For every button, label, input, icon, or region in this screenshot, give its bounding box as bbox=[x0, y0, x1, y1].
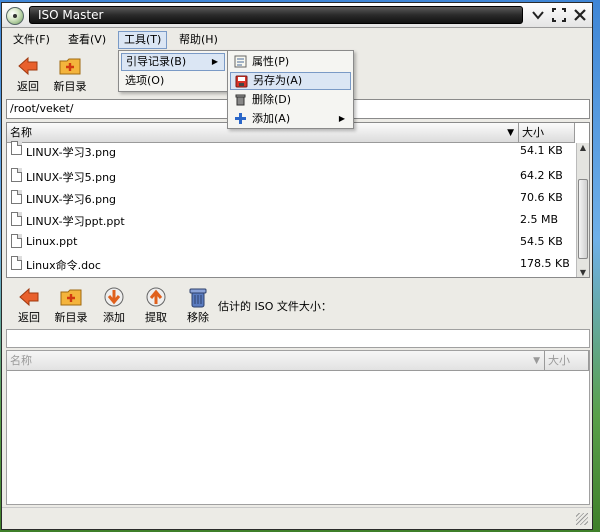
file-icon bbox=[11, 141, 22, 155]
status-bar bbox=[2, 507, 592, 529]
iso-toolbar: 返回 新目录 添加 提取 移除 估计的 ISO 文件大小： bbox=[2, 282, 592, 326]
app-icon[interactable] bbox=[6, 7, 24, 25]
add-label: 添加 bbox=[103, 311, 125, 324]
menu-view[interactable]: 查看(V) bbox=[63, 31, 111, 49]
fs-row-name: Linux命令.doc bbox=[26, 259, 101, 272]
file-icon bbox=[11, 256, 22, 270]
menu-tools[interactable]: 工具(T) bbox=[118, 31, 168, 49]
fs-new-dir-label: 新目录 bbox=[53, 80, 87, 93]
fs-back-button[interactable]: 返回 bbox=[5, 53, 51, 95]
fs-row[interactable]: Linux命令.doc 178.5 KB bbox=[7, 253, 577, 275]
menu-add[interactable]: 添加(A) ▶ bbox=[230, 110, 351, 128]
menu-add-label: 添加(A) bbox=[252, 112, 291, 125]
menu-save-as[interactable]: 另存为(A) bbox=[230, 72, 351, 90]
properties-icon bbox=[234, 55, 247, 68]
save-as-icon bbox=[235, 75, 248, 88]
fs-row-size: 70.6 KB bbox=[520, 191, 563, 204]
iso-column-size[interactable]: 大小 bbox=[545, 351, 589, 371]
sort-down-icon: ▼ bbox=[507, 128, 514, 138]
sort-down-icon: ▼ bbox=[533, 356, 540, 366]
scroll-down-icon[interactable]: ▼ bbox=[577, 268, 589, 277]
menu-save-as-label: 另存为(A) bbox=[253, 74, 303, 87]
fs-row[interactable]: LINUX-学习6.png 70.6 KB bbox=[7, 187, 577, 209]
menu-help[interactable]: 帮助(H) bbox=[174, 31, 223, 49]
fs-row[interactable]: LINUX-学习5.png 64.2 KB bbox=[7, 165, 577, 187]
plus-icon bbox=[235, 113, 246, 124]
resize-grip-icon[interactable] bbox=[576, 513, 588, 525]
iso-size-label: 估计的 ISO 文件大小： bbox=[218, 300, 332, 313]
menu-properties-label: 属性(P) bbox=[252, 55, 290, 68]
menu-bar: 文件(F) 查看(V) 工具(T) 帮助(H) bbox=[2, 29, 592, 51]
back-arrow-icon bbox=[18, 56, 38, 76]
boot-record-submenu: 属性(P) 另存为(A) 删除(D) 添加(A) ▶ bbox=[227, 50, 354, 129]
fs-row-name: LINUX-学习3.png bbox=[26, 146, 117, 159]
new-folder-icon bbox=[59, 58, 81, 75]
extract-button[interactable]: 提取 bbox=[133, 284, 179, 326]
back-arrow-icon bbox=[19, 287, 39, 307]
fs-row-name: Linux.ppt bbox=[26, 235, 78, 248]
fs-column-size[interactable]: 大小 bbox=[519, 123, 575, 143]
close-icon[interactable] bbox=[572, 7, 588, 23]
fs-row[interactable]: LINUX-学习3.png 54.1 KB bbox=[7, 141, 577, 165]
maximize-icon[interactable] bbox=[551, 7, 567, 23]
scroll-up-icon[interactable]: ▲ bbox=[577, 143, 589, 152]
tools-menu: 引导记录(B) ▶ 选项(O) bbox=[118, 50, 228, 92]
menu-options-label: 选项(O) bbox=[125, 74, 165, 87]
add-button[interactable]: 添加 bbox=[91, 284, 137, 326]
chevron-down-icon[interactable] bbox=[530, 7, 546, 23]
file-icon bbox=[11, 168, 22, 182]
fs-column-size-label: 大小 bbox=[522, 126, 544, 139]
file-icon bbox=[11, 212, 22, 226]
menu-options[interactable]: 选项(O) bbox=[121, 72, 225, 90]
window-title: ISO Master bbox=[38, 8, 104, 22]
iso-column-size-label: 大小 bbox=[548, 354, 570, 367]
menu-delete-label: 删除(D) bbox=[252, 93, 292, 106]
fs-file-list[interactable]: 名称 ▼ 大小 LINUX-学习3.png 54.1 KB LINUX-学习5.… bbox=[6, 122, 590, 278]
iso-master-window: ISO Master 文件(F) 查看(V) 工具(T) 帮助(H) 返回 新目… bbox=[1, 2, 593, 530]
title-pill: ISO Master bbox=[29, 6, 523, 24]
fs-row[interactable]: LINUX-学习ppt.ppt 2.5 MB bbox=[7, 209, 577, 231]
fs-row[interactable]: Linux.ppt 54.5 KB bbox=[7, 231, 577, 253]
fs-column-name-label: 名称 bbox=[10, 126, 32, 139]
fs-row-name: LINUX-学习6.png bbox=[26, 193, 117, 206]
menu-boot-record[interactable]: 引导记录(B) ▶ bbox=[121, 53, 225, 71]
iso-back-label: 返回 bbox=[18, 311, 40, 324]
menu-boot-record-label: 引导记录(B) bbox=[126, 55, 187, 68]
iso-column-name[interactable]: 名称 ▼ bbox=[7, 351, 545, 371]
fs-row-size: 64.2 KB bbox=[520, 169, 563, 182]
new-folder-icon bbox=[60, 289, 82, 306]
fs-row-size: 178.5 KB bbox=[520, 257, 570, 270]
iso-new-dir-button[interactable]: 新目录 bbox=[48, 284, 94, 326]
add-down-arrow-icon bbox=[104, 287, 124, 307]
menu-file[interactable]: 文件(F) bbox=[8, 31, 55, 49]
iso-column-name-label: 名称 bbox=[10, 354, 32, 367]
fs-back-label: 返回 bbox=[17, 80, 39, 93]
fs-row-name: LINUX-学习ppt.ppt bbox=[26, 215, 125, 228]
fs-scrollbar-thumb[interactable] bbox=[578, 179, 588, 259]
fs-scrollbar[interactable]: ▲ ▼ bbox=[576, 143, 589, 277]
iso-file-list[interactable]: 名称 ▼ 大小 bbox=[6, 350, 590, 505]
fs-new-dir-button[interactable]: 新目录 bbox=[47, 53, 93, 95]
fs-row-size: 54.1 KB bbox=[520, 144, 563, 157]
fs-row-name: LINUX-学习5.png bbox=[26, 171, 117, 184]
iso-path-field[interactable] bbox=[6, 329, 590, 348]
submenu-arrow-icon: ▶ bbox=[338, 114, 345, 123]
remove-label: 移除 bbox=[187, 311, 209, 324]
trash-icon bbox=[189, 288, 207, 308]
file-icon bbox=[11, 190, 22, 204]
iso-new-dir-label: 新目录 bbox=[54, 311, 88, 324]
remove-button[interactable]: 移除 bbox=[175, 284, 221, 326]
menu-delete[interactable]: 删除(D) bbox=[230, 91, 351, 109]
fs-row-size: 54.5 KB bbox=[520, 235, 563, 248]
extract-label: 提取 bbox=[145, 311, 167, 324]
file-icon bbox=[11, 234, 22, 248]
extract-up-arrow-icon bbox=[146, 287, 166, 307]
title-bar[interactable]: ISO Master bbox=[2, 3, 592, 28]
iso-back-button[interactable]: 返回 bbox=[6, 284, 52, 326]
trash-icon bbox=[235, 94, 246, 106]
menu-properties[interactable]: 属性(P) bbox=[230, 53, 351, 71]
submenu-arrow-icon: ▶ bbox=[211, 57, 218, 66]
fs-row-size: 2.5 MB bbox=[520, 213, 559, 226]
